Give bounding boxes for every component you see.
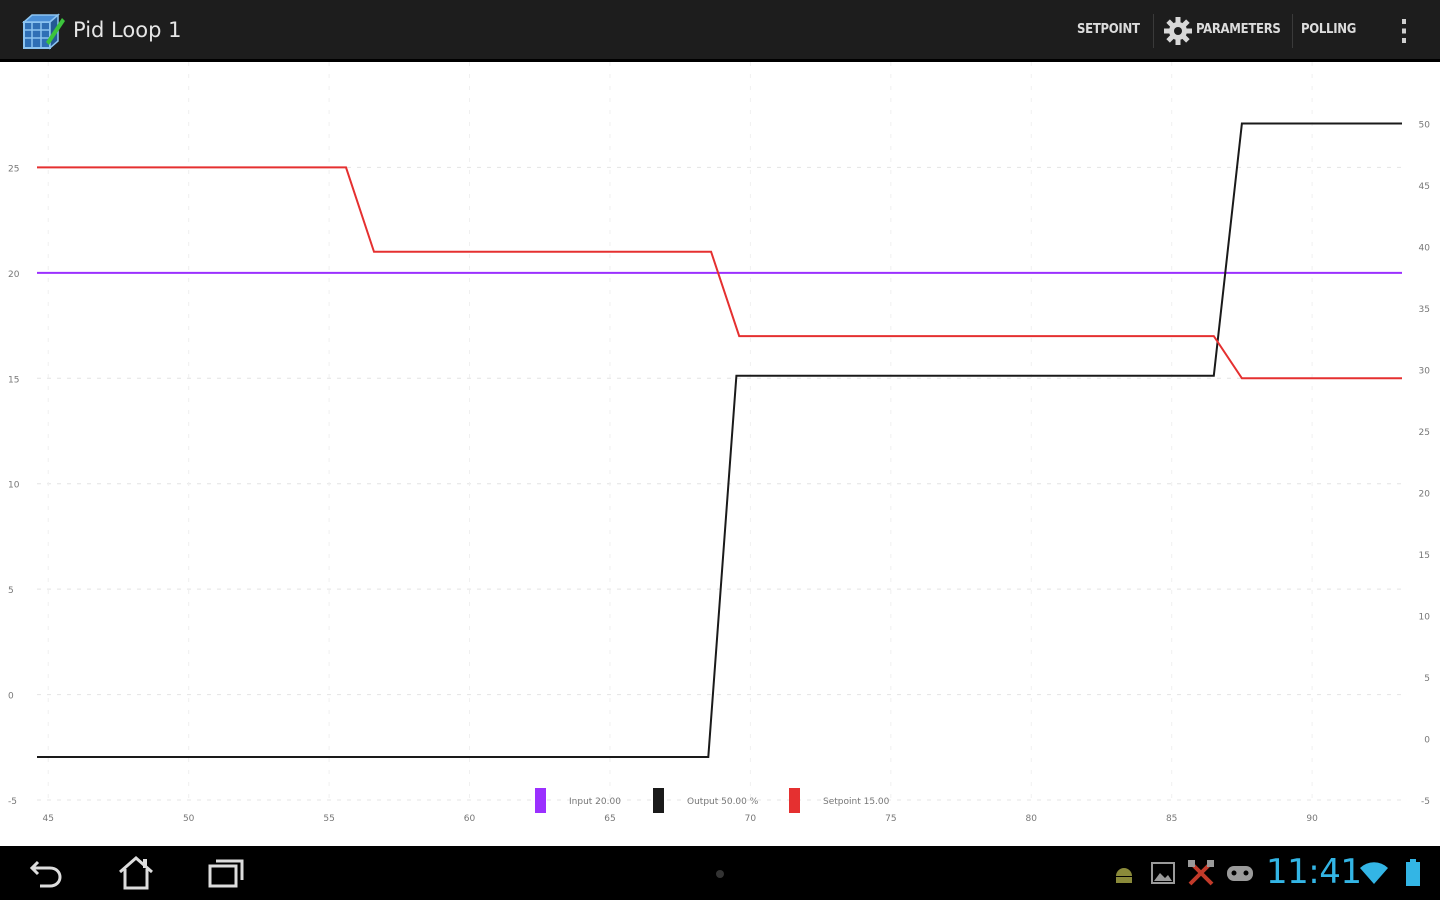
x-tick-label: 50 (183, 814, 195, 824)
divider (1292, 14, 1293, 48)
x-tick-label: 90 (1306, 814, 1318, 824)
y-right-tick-label: 0 (1424, 736, 1430, 746)
system-navigation-bar: 11:41 (0, 846, 1440, 900)
gallery-icon (1151, 862, 1175, 884)
x-tick-label: 55 (323, 814, 334, 824)
y-right-tick-label: 20 (1419, 490, 1431, 500)
x-tick-label: 80 (1026, 814, 1038, 824)
y-left-tick-label: 15 (8, 375, 19, 385)
x-tick-label: 85 (1166, 814, 1177, 824)
tools-icon (1188, 860, 1214, 886)
home-icon[interactable] (116, 854, 156, 892)
y-right-tick-label: 50 (1419, 121, 1431, 131)
status-clock: 11:41 (1266, 852, 1362, 892)
y-left-tick-label: 10 (8, 481, 20, 491)
y-right-tick-label: 10 (1419, 613, 1431, 623)
y-right-tick-label: 45 (1419, 182, 1430, 192)
pid-chart: -5 0 5 10 15 20 25 -5 0 5 10 15 20 25 30 35 40 45 50 45 50… (8, 62, 1431, 824)
y-right-tick-label: 25 (1419, 428, 1430, 438)
y-right-tick-label: 30 (1419, 367, 1431, 377)
polling-button[interactable]: POLLING (1301, 22, 1356, 37)
battery-icon (1406, 859, 1420, 886)
y-right-tick-label: 5 (1424, 674, 1430, 684)
app-title: Pid Loop 1 (73, 18, 182, 42)
legend-label-2: Setpoint 15.00 (823, 797, 890, 807)
legend-label-1: Output 50.00 % (687, 797, 759, 807)
legend-label-0: Input 20.00 (569, 797, 621, 807)
parameters-button[interactable]: PARAMETERS (1196, 22, 1281, 37)
x-tick-label: 75 (885, 814, 896, 824)
y-right-tick-label: 15 (1419, 551, 1430, 561)
gear-icon[interactable] (1163, 16, 1193, 46)
x-tick-label: 45 (43, 814, 54, 824)
recent-apps-icon[interactable] (206, 856, 246, 890)
y-right-tick-label: 35 (1419, 305, 1430, 315)
y-right-tick-label: 40 (1419, 244, 1431, 254)
back-icon[interactable] (28, 856, 64, 890)
y-left-tick-label: 25 (8, 164, 19, 174)
legend-swatch-0 (535, 788, 546, 813)
overflow-menu-icon[interactable] (1395, 16, 1413, 46)
y-left-tick-label: 5 (8, 586, 14, 596)
app-icon (22, 13, 65, 50)
x-tick-label: 60 (464, 814, 476, 824)
x-tick-label: 70 (745, 814, 757, 824)
wifi-icon (1360, 862, 1388, 884)
legend-swatch-1 (653, 788, 664, 813)
y-right-tick-label: -5 (1421, 797, 1430, 807)
y-left-tick-label: 0 (8, 692, 14, 702)
y-left-tick-label: -5 (8, 797, 17, 807)
android-icon (1116, 868, 1132, 883)
setpoint-button[interactable]: SETPOINT (1077, 22, 1140, 37)
menu-dot-icon (716, 870, 724, 878)
legend-swatch-2 (789, 788, 800, 813)
y-left-tick-label: 20 (8, 270, 20, 280)
chart-area: -5 0 5 10 15 20 25 -5 0 5 10 15 20 25 30 35 40 45 50 45 50… (0, 62, 1440, 846)
divider (1153, 14, 1154, 48)
x-tick-label: 65 (604, 814, 615, 824)
series-line-1 (37, 122, 1402, 758)
action-bar: Pid Loop 1 SETPOINT PARAMETERS POLLING (0, 0, 1440, 62)
gamepad-icon (1227, 866, 1253, 881)
